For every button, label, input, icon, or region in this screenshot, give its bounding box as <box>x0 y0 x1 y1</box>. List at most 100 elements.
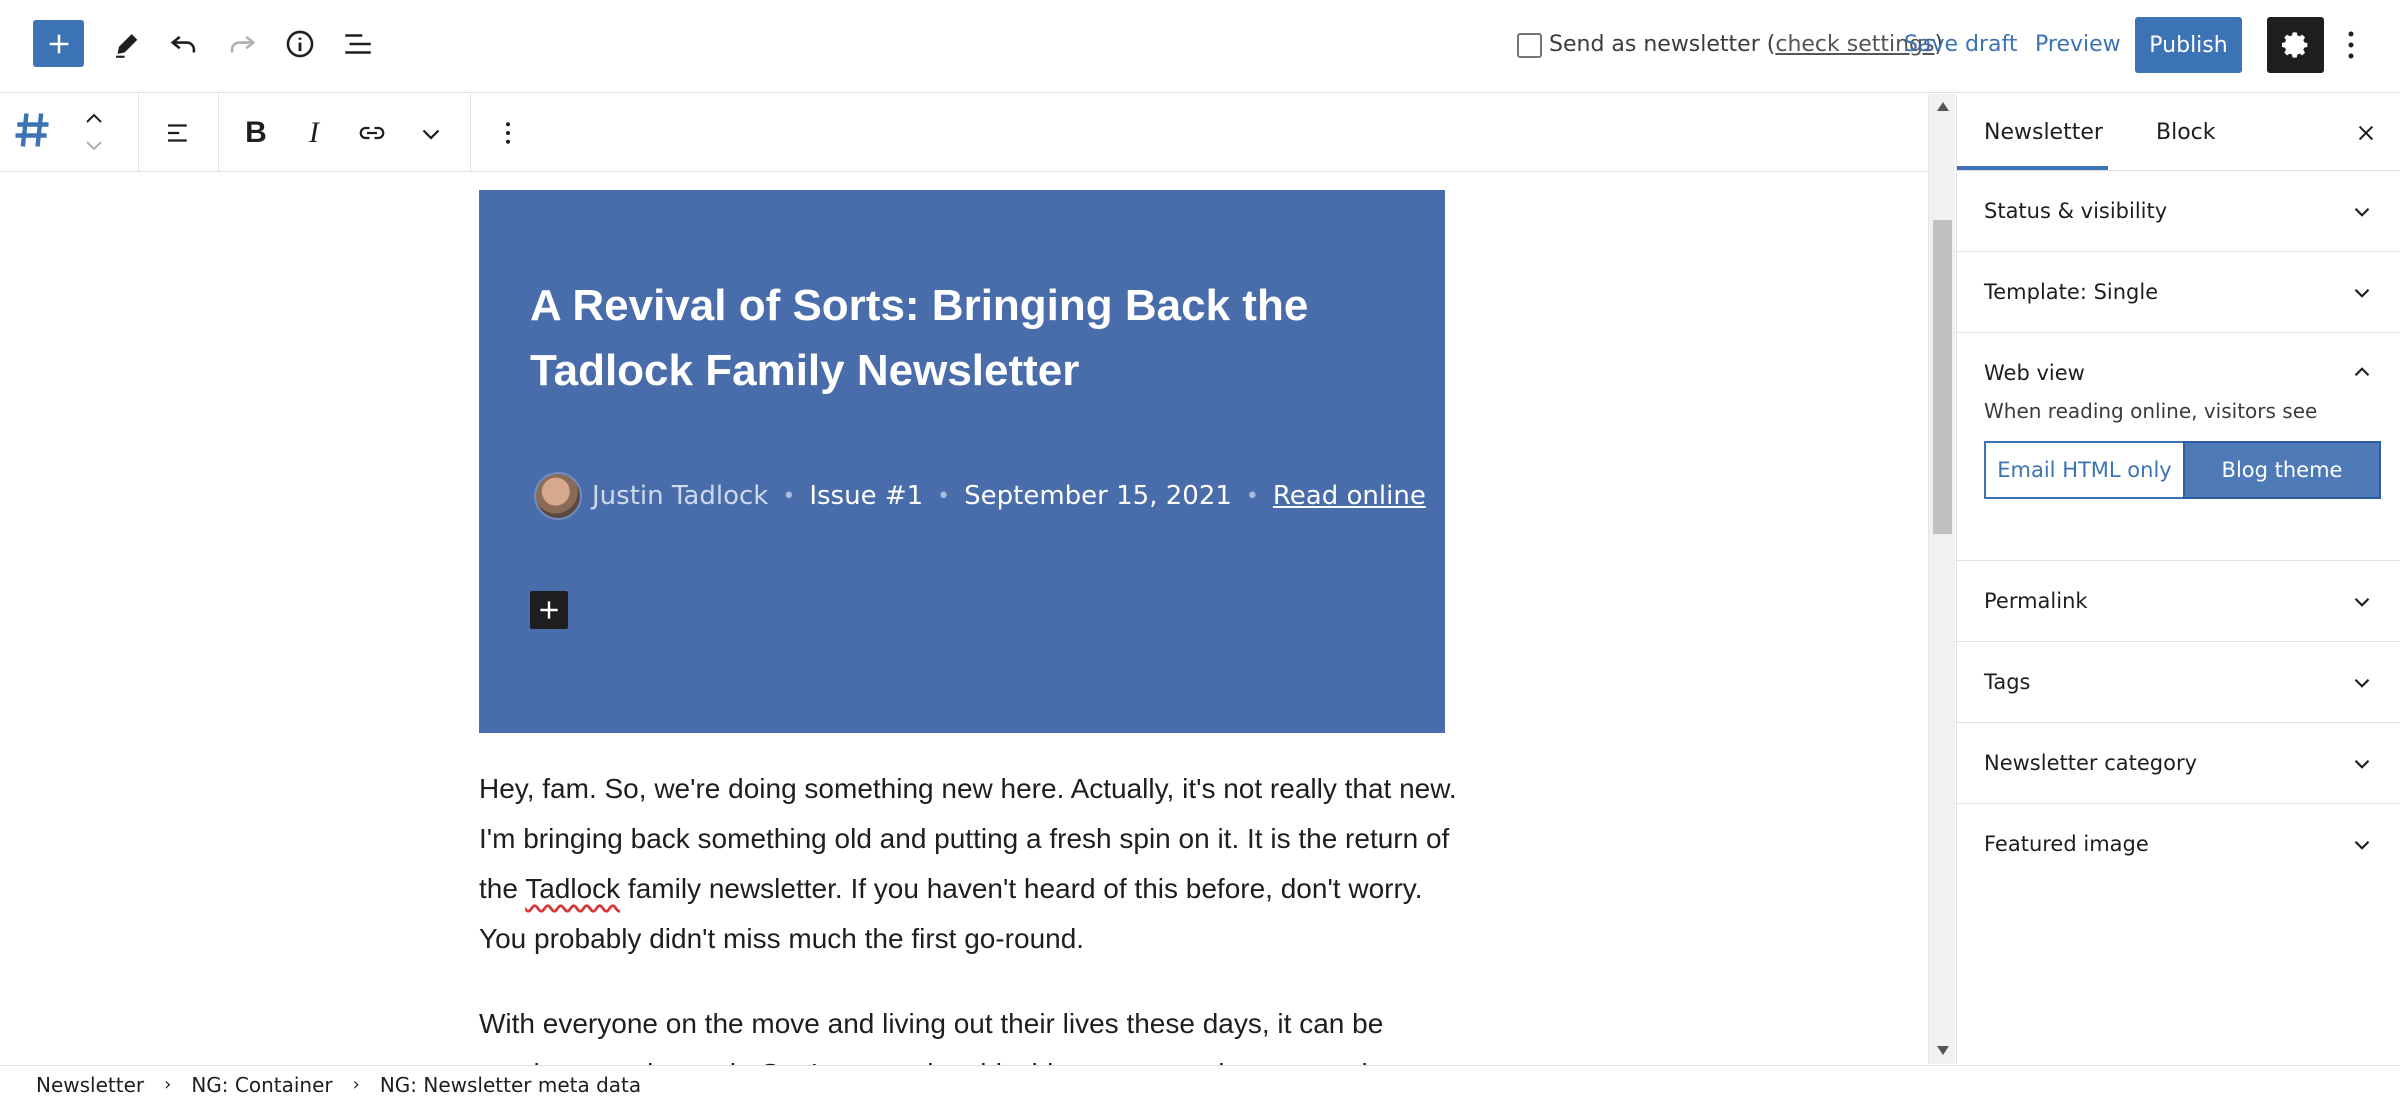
link-button[interactable] <box>349 110 395 156</box>
panel-tags[interactable]: Tags <box>1957 642 2400 723</box>
move-down-icon <box>86 141 102 151</box>
editor-canvas[interactable]: A Revival of Sorts: Bringing Back the Ta… <box>0 172 1928 1065</box>
editor-header: Send as newsletter (check settings) Save… <box>0 0 2400 93</box>
italic-button[interactable]: I <box>291 110 337 156</box>
panel-title: Status & visibility <box>1984 199 2168 223</box>
bold-icon: B <box>245 116 267 149</box>
more-vertical-icon <box>506 122 510 144</box>
move-down-button[interactable] <box>80 134 108 158</box>
send-newsletter-checkbox[interactable] <box>1517 33 1542 58</box>
panel-title: Newsletter category <box>1984 751 2198 775</box>
block-options-button[interactable] <box>485 110 531 156</box>
close-sidebar-button[interactable] <box>2349 116 2383 150</box>
plus-icon <box>49 34 68 53</box>
chevron-right-icon: › <box>164 1074 172 1095</box>
breadcrumb-item[interactable]: Newsletter <box>36 1073 144 1097</box>
panel-web-view: Web view When reading online, visitors s… <box>1957 333 2400 561</box>
panel-permalink[interactable]: Permalink <box>1957 561 2400 642</box>
sidebar-tabs: Newsletter Block <box>1957 94 2400 171</box>
scroll-up-arrow[interactable] <box>1937 102 1949 111</box>
block-type-button[interactable] <box>8 106 56 154</box>
info-icon <box>286 30 314 58</box>
move-up-button[interactable] <box>80 106 108 130</box>
meta-separator: • <box>1245 483 1259 509</box>
preview-button[interactable]: Preview <box>2035 32 2121 57</box>
move-up-icon <box>86 113 102 123</box>
chevron-down-icon <box>2354 759 2370 769</box>
link-icon <box>359 126 385 140</box>
panel-title: Featured image <box>1984 832 2149 856</box>
pencil-icon <box>116 34 138 58</box>
tab-block[interactable]: Block <box>2156 120 2216 145</box>
scroll-down-arrow[interactable] <box>1937 1046 1949 1055</box>
meta-separator: • <box>782 483 796 509</box>
newsletter-meta-data[interactable]: Justin Tadlock • Issue #1 • September 15… <box>534 472 1426 520</box>
meta-separator: • <box>937 483 951 509</box>
publish-button[interactable]: Publish <box>2135 17 2242 73</box>
panel-title: Permalink <box>1984 589 2088 613</box>
chevron-down-icon <box>2354 288 2370 298</box>
hash-icon <box>15 113 49 147</box>
tools-button[interactable] <box>104 22 148 66</box>
close-icon <box>2358 125 2374 141</box>
paragraph-block[interactable]: Hey, fam. So, we're doing something new … <box>479 764 1459 964</box>
panel-status-visibility[interactable]: Status & visibility <box>1957 171 2400 252</box>
details-button[interactable] <box>278 22 322 66</box>
chevron-up-icon[interactable] <box>2349 359 2375 385</box>
save-draft-button[interactable]: Save draft <box>1904 32 2017 57</box>
redo-icon <box>230 35 256 53</box>
toolbar-divider <box>138 94 139 172</box>
blog-theme-option[interactable]: Blog theme <box>2183 441 2381 499</box>
panel-newsletter-category[interactable]: Newsletter category <box>1957 723 2400 804</box>
align-left-icon <box>168 124 187 142</box>
breadcrumb-item[interactable]: NG: Newsletter meta data <box>380 1073 641 1097</box>
italic-icon: I <box>309 116 319 149</box>
redo-button[interactable] <box>220 22 264 66</box>
web-view-toggle: Email HTML only Blog theme <box>1984 441 2381 499</box>
paragraph-block[interactable]: With everyone on the move and living out… <box>479 999 1459 1065</box>
canvas-scrollbar[interactable] <box>1928 94 1955 1064</box>
toolbar-divider <box>218 94 219 172</box>
newsletter-container-block[interactable]: A Revival of Sorts: Bringing Back the Ta… <box>479 190 1445 733</box>
bold-button[interactable]: B <box>233 110 279 156</box>
author-name: Justin Tadlock <box>592 481 769 511</box>
post-title[interactable]: A Revival of Sorts: Bringing Back the Ta… <box>530 273 1390 403</box>
gear-icon <box>2281 32 2307 58</box>
chevron-down-icon <box>2354 840 2370 850</box>
list-view-button[interactable] <box>336 22 380 66</box>
add-block-button[interactable] <box>33 20 84 67</box>
panel-featured-image[interactable]: Featured image <box>1957 804 2400 885</box>
options-button[interactable] <box>2338 24 2364 66</box>
undo-icon <box>170 35 196 53</box>
settings-button[interactable] <box>2267 17 2324 73</box>
breadcrumb-item[interactable]: NG: Container <box>191 1073 332 1097</box>
toolbar-divider <box>470 94 471 172</box>
scroll-thumb[interactable] <box>1933 220 1952 534</box>
web-view-description: When reading online, visitors see <box>1984 399 2318 423</box>
chevron-down-icon <box>2354 678 2370 688</box>
panel-template[interactable]: Template: Single <box>1957 252 2400 333</box>
chevron-down-icon <box>2354 597 2370 607</box>
send-newsletter-label: Send as newsletter (check settings) <box>1549 32 1944 57</box>
panel-title[interactable]: Web view <box>1984 361 2085 385</box>
issue-number: Issue #1 <box>809 481 924 511</box>
chevron-down-icon <box>422 129 440 140</box>
settings-sidebar: Newsletter Block Status & visibility Tem… <box>1956 94 2400 1064</box>
align-button[interactable] <box>155 110 201 156</box>
list-view-icon <box>345 34 371 54</box>
post-date: September 15, 2021 <box>964 481 1232 511</box>
avatar <box>534 472 582 520</box>
tab-newsletter[interactable]: Newsletter <box>1984 120 2103 145</box>
email-html-only-option[interactable]: Email HTML only <box>1984 441 2183 499</box>
breadcrumb: Newsletter › NG: Container › NG: Newslet… <box>0 1065 2400 1103</box>
inserter-button[interactable] <box>530 591 568 629</box>
chevron-down-icon <box>2354 207 2370 217</box>
more-formatting-button[interactable] <box>408 110 454 156</box>
panel-title: Tags <box>1984 670 2031 694</box>
more-vertical-icon <box>2348 31 2354 59</box>
undo-button[interactable] <box>162 22 206 66</box>
active-tab-indicator <box>1957 166 2108 170</box>
block-toolbar: B I <box>0 94 1928 172</box>
read-online-link[interactable]: Read online <box>1273 481 1426 511</box>
panel-title: Template: Single <box>1984 280 2159 304</box>
